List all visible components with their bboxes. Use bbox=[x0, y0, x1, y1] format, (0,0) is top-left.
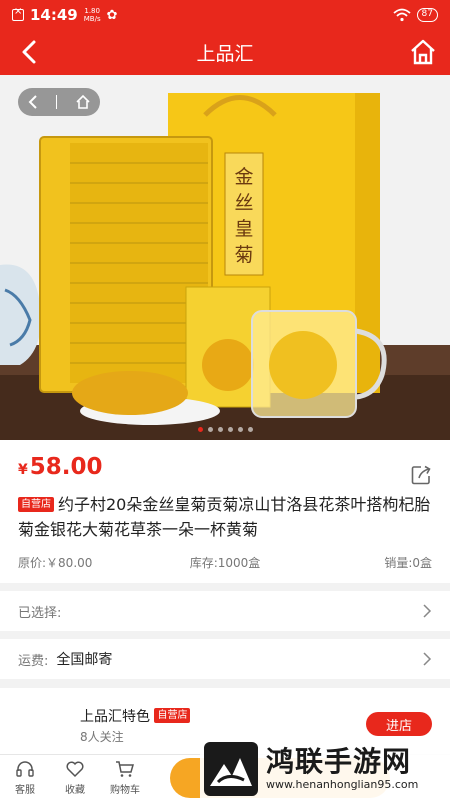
cart-button[interactable]: 购物车 bbox=[100, 759, 150, 796]
carousel-dots bbox=[0, 427, 450, 432]
chevron-left-icon[interactable] bbox=[27, 94, 39, 110]
carousel-dot[interactable] bbox=[237, 427, 243, 432]
svg-text:丝: 丝 bbox=[234, 192, 253, 214]
stock: 库存:1000盒 bbox=[189, 556, 261, 570]
status-time: 14:49 bbox=[30, 6, 78, 24]
headset-icon bbox=[16, 761, 34, 777]
watermark-logo bbox=[204, 742, 258, 796]
wifi-icon bbox=[392, 8, 411, 22]
product-meta: 原价:￥80.00 库存:1000盒 销量:0盒 bbox=[18, 554, 432, 571]
heart-icon bbox=[66, 761, 84, 778]
shipping-row[interactable]: 运费: 全国邮寄 bbox=[0, 639, 450, 679]
image-nav-pill bbox=[18, 88, 100, 116]
watermark: 鸿联手游网 www.henanhonglian95.com bbox=[200, 738, 450, 800]
favorite-button[interactable]: 收藏 bbox=[50, 759, 100, 796]
network-speed: 1.80 MB/s bbox=[83, 7, 101, 23]
page-title: 上品汇 bbox=[196, 43, 254, 65]
header: 上品汇 bbox=[0, 30, 450, 75]
product-title-block: 自营店 约子村20朵金丝皇菊贡菊凉山甘洛县花茶叶搭枸杞胎菊金银花大菊花草茶一朵一杯… bbox=[18, 492, 432, 542]
product-image-carousel[interactable]: 金 丝 皇 菊 bbox=[0, 75, 450, 440]
product-title: 约子村20朵金丝皇菊贡菊凉山甘洛县花茶叶搭枸杞胎菊金银花大菊花草茶一朵一杯黄菊 bbox=[18, 495, 431, 539]
product-price: ¥ 58.00 bbox=[18, 454, 103, 480]
shop-badge: 自营店 bbox=[154, 708, 191, 723]
chevron-right-icon bbox=[423, 652, 432, 666]
shipping-value: 全国邮寄 bbox=[56, 652, 113, 668]
carousel-dot[interactable] bbox=[217, 427, 223, 432]
carousel-dot[interactable] bbox=[197, 427, 203, 432]
status-bar: 14:49 1.80 MB/s ✿ 87 bbox=[0, 0, 450, 30]
back-icon[interactable] bbox=[16, 38, 44, 66]
carousel-dot[interactable] bbox=[227, 427, 233, 432]
self-operated-badge: 自营店 bbox=[18, 497, 54, 512]
watermark-brand: 鸿联手游网 bbox=[266, 745, 412, 778]
selection-row[interactable]: 已选择: bbox=[0, 591, 450, 631]
cart-icon bbox=[116, 761, 134, 777]
svg-text:金: 金 bbox=[234, 166, 253, 188]
sales: 销量:0盒 bbox=[384, 556, 432, 570]
original-price: 原价:￥80.00 bbox=[18, 556, 93, 570]
carousel-dot[interactable] bbox=[207, 427, 213, 432]
watermark-url: www.henanhonglian95.com bbox=[266, 778, 419, 791]
app-notification-icon: ✿ bbox=[106, 7, 118, 23]
home-icon[interactable] bbox=[75, 94, 91, 110]
divider bbox=[56, 95, 58, 109]
chevron-right-icon bbox=[423, 604, 432, 618]
svg-text:菊: 菊 bbox=[234, 244, 253, 266]
product-info: ¥ 58.00 自营店 约子村20朵金丝皇菊贡菊凉山甘洛县花茶叶搭枸杞胎菊金银花大… bbox=[0, 440, 450, 583]
svg-text:皇: 皇 bbox=[234, 218, 253, 240]
battery-indicator: 87 bbox=[416, 8, 438, 22]
product-photo: 金 丝 皇 菊 bbox=[0, 75, 450, 440]
shop-followers: 8人关注 bbox=[80, 730, 124, 744]
watermark-text: 鸿联手游网 www.henanhonglian95.com bbox=[266, 746, 418, 792]
carousel-dot[interactable] bbox=[247, 427, 253, 432]
shop-name-line: 上品汇特色 自营店 bbox=[80, 706, 194, 726]
share-icon[interactable] bbox=[410, 464, 432, 486]
shop-name: 上品汇特色 bbox=[80, 709, 150, 725]
selection-label: 已选择: bbox=[18, 605, 62, 621]
notification-icon bbox=[12, 6, 24, 21]
shipping-label: 运费: bbox=[18, 653, 49, 669]
home-icon[interactable] bbox=[408, 37, 438, 67]
enter-shop-button[interactable]: 进店 bbox=[366, 712, 432, 736]
customer-service-button[interactable]: 客服 bbox=[0, 759, 50, 796]
